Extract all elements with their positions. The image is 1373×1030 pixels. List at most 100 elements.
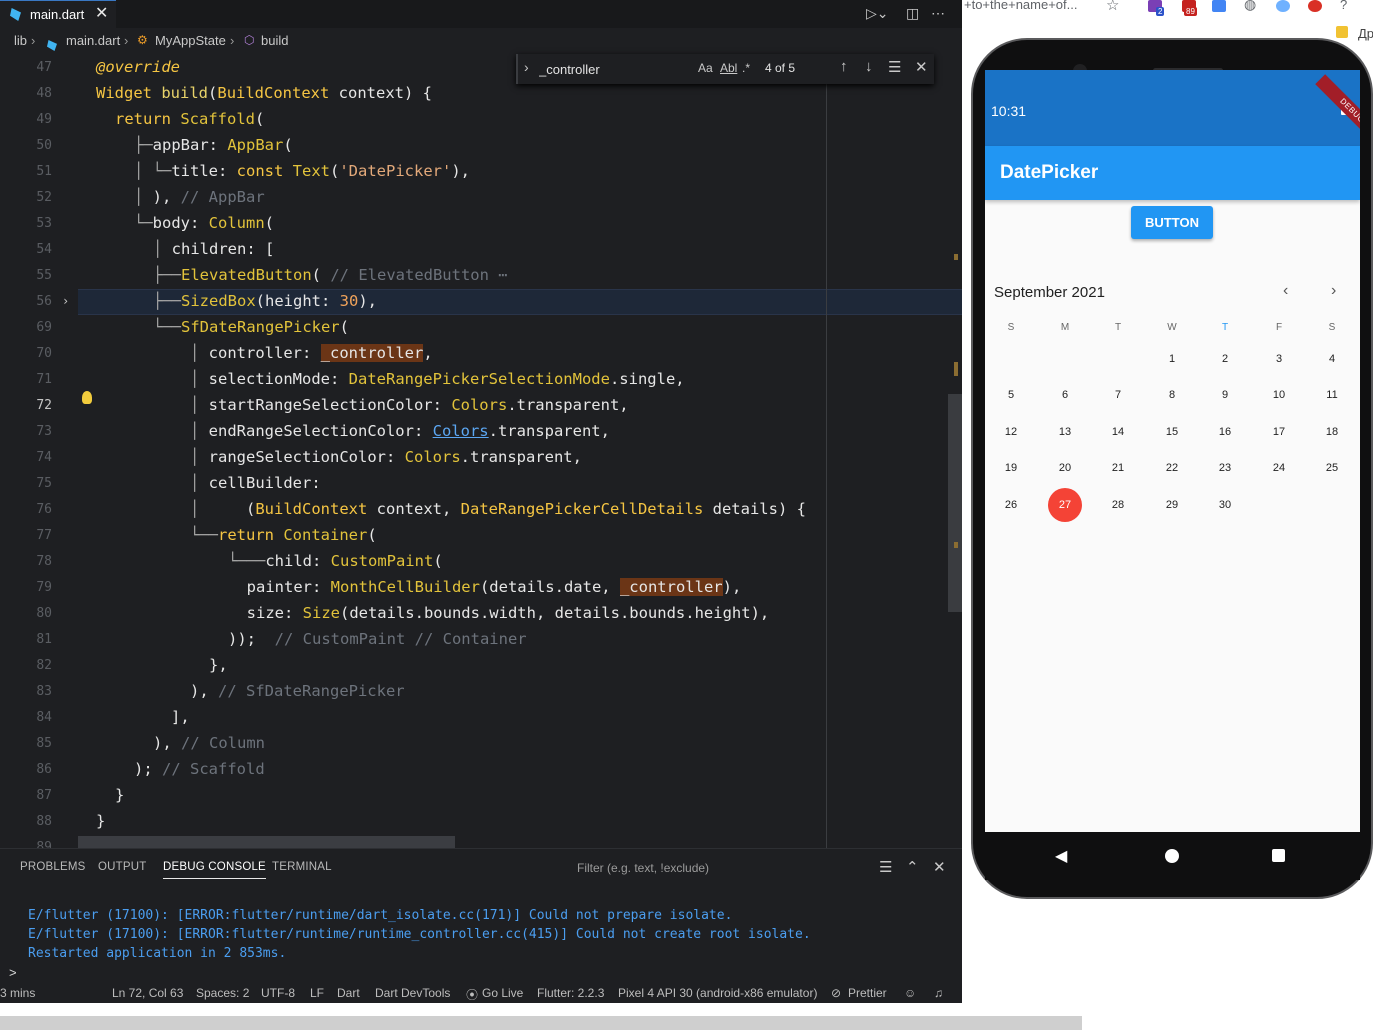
horizontal-scrollbar[interactable] [78,836,455,848]
calendar-day[interactable]: 22 [1155,451,1189,485]
extension-icon[interactable] [1308,0,1322,12]
back-icon[interactable]: ◀ [1055,846,1067,866]
bell-icon[interactable]: ♫ [934,986,943,1000]
calendar-day[interactable]: 7 [1101,378,1135,412]
status-spaces[interactable]: Spaces: 2 [196,986,249,1000]
tab-debug-console[interactable]: DEBUG CONSOLE [163,861,266,879]
extension-icon[interactable] [1276,0,1290,12]
feedback-icon[interactable]: ☺ [904,986,916,1000]
calendar-day[interactable]: 17 [1262,415,1296,449]
chevron-up-icon[interactable]: ⌃ [906,858,919,876]
recents-icon[interactable] [1272,849,1285,862]
calendar-day[interactable]: 4 [1315,342,1349,376]
match-case-toggle[interactable]: Aa [698,61,713,75]
calendar-day[interactable]: 20 [1048,451,1082,485]
clear-console-icon[interactable]: ☰ [879,858,892,876]
chevron-right-icon[interactable]: › [1331,282,1336,300]
calendar-day[interactable]: 11 [1315,378,1349,412]
code-editor[interactable]: 47 48 49 50 51 52 53 54 55 56 69 70 71 7… [0,54,962,848]
status-devtools[interactable]: Dart DevTools [375,986,450,1000]
calendar-day[interactable]: 1 [1155,342,1189,376]
elevated-button[interactable]: BUTTON [1131,206,1213,239]
bookmark-label[interactable]: Др [1358,26,1373,41]
close-icon[interactable]: ✕ [933,858,946,876]
weekday-label: S [1007,322,1015,333]
bottom-panel: PROBLEMS OUTPUT DEBUG CONSOLE TERMINAL F… [0,848,962,980]
status-flutter[interactable]: Flutter: 2.2.3 [537,986,604,1000]
calendar-day[interactable]: 15 [1155,415,1189,449]
status-position[interactable]: Ln 72, Col 63 [112,986,183,1000]
calendar-day[interactable]: 16 [1208,415,1242,449]
tab-problems[interactable]: PROBLEMS [20,861,86,873]
star-icon[interactable]: ☆ [1106,0,1119,14]
calendar-day[interactable]: 23 [1208,451,1242,485]
horizontal-scrollbar[interactable] [0,1016,1082,1030]
calendar-day[interactable]: 24 [1262,451,1296,485]
tab-output[interactable]: OUTPUT [98,861,146,873]
status-eol[interactable]: LF [310,986,324,1000]
line-number: 73 [36,424,52,439]
calendar-day[interactable]: 8 [1155,378,1189,412]
tab-terminal[interactable]: TERMINAL [272,861,332,873]
breadcrumb-method[interactable]: build [261,33,288,48]
emulator-screen[interactable]: 10:31 DatePicker DEBUG BUTTON September … [985,70,1360,832]
fold-chevron-icon[interactable]: › [62,294,69,308]
folder-icon[interactable] [1336,26,1348,38]
split-editor-icon[interactable]: ◫ [906,5,919,22]
calendar-day[interactable]: 14 [1101,415,1135,449]
calendar-day[interactable]: 12 [994,415,1028,449]
tab-main-dart[interactable]: main.dart ✕ [0,0,116,28]
status-prettier[interactable]: Prettier [848,986,887,1000]
calendar-day[interactable]: 21 [1101,451,1135,485]
console-filter-input[interactable]: Filter (e.g. text, !exclude) [577,861,709,875]
calendar-day[interactable]: 9 [1208,378,1242,412]
close-icon[interactable]: ✕ [95,5,108,23]
calendar-day[interactable]: 3 [1262,342,1296,376]
code-line: @override [96,58,180,76]
breadcrumb-class[interactable]: MyAppState [155,33,226,48]
close-icon[interactable]: ✕ [915,58,928,76]
arrow-up-icon[interactable]: ↑ [840,58,848,75]
match-word-toggle[interactable]: Abl [720,61,737,75]
status-encoding[interactable]: UTF-8 [261,986,295,1000]
help-icon[interactable]: ? [1340,0,1347,12]
calendar-day[interactable]: 5 [994,378,1028,412]
find-input[interactable] [539,58,707,80]
vertical-scrollbar[interactable] [948,394,962,612]
console-line: Restarted application in 2 853ms. [28,946,287,961]
status-language[interactable]: Dart [337,986,360,1000]
lightbulb-icon[interactable] [82,391,92,404]
chevron-left-icon[interactable]: ‹ [1283,282,1288,300]
breadcrumb-lib[interactable]: lib [14,33,27,48]
translate-icon[interactable] [1212,0,1226,12]
calendar-day[interactable]: 13 [1048,415,1082,449]
home-icon[interactable] [1165,849,1179,863]
calendar-day[interactable]: 19 [994,451,1028,485]
editor-ruler [826,54,827,848]
status-golive[interactable]: Go Live [482,986,523,1000]
url-fragment[interactable]: +to+the+name+of... [964,0,1077,12]
find-in-selection-icon[interactable]: ☰ [888,58,901,76]
calendar-day[interactable]: 29 [1155,488,1189,522]
code-line: │ rangeSelectionColor: Colors.transparen… [190,448,582,466]
calendar-day-selected[interactable]: 27 [1048,488,1082,522]
calendar-day[interactable]: 26 [994,488,1028,522]
run-debug-icon[interactable]: ▷⌄ [866,5,889,22]
vscode-window: main.dart ✕ ▷⌄ ◫ ⋯ lib › main.dart › ⚙ M… [0,0,962,1003]
more-actions-icon[interactable]: ⋯ [931,5,945,22]
status-device[interactable]: Pixel 4 API 30 (android-x86 emulator) [618,986,817,1000]
breadcrumb-file[interactable]: main.dart [66,33,120,48]
calendar-day[interactable]: 25 [1315,451,1349,485]
regex-toggle[interactable]: .* [742,61,750,75]
calendar-day[interactable]: 18 [1315,415,1349,449]
arrow-down-icon[interactable]: ↓ [865,58,873,75]
calendar-day[interactable]: 10 [1262,378,1296,412]
chevron-right-icon[interactable]: › [524,59,529,75]
calendar-day[interactable]: 30 [1208,488,1242,522]
calendar-day[interactable]: 6 [1048,378,1082,412]
calendar-day[interactable]: 2 [1208,342,1242,376]
calendar-day[interactable]: 28 [1101,488,1135,522]
console-prompt[interactable]: > [9,965,17,980]
calendar-month-label[interactable]: September 2021 [994,284,1105,301]
globe-icon[interactable]: ◍ [1244,0,1256,13]
